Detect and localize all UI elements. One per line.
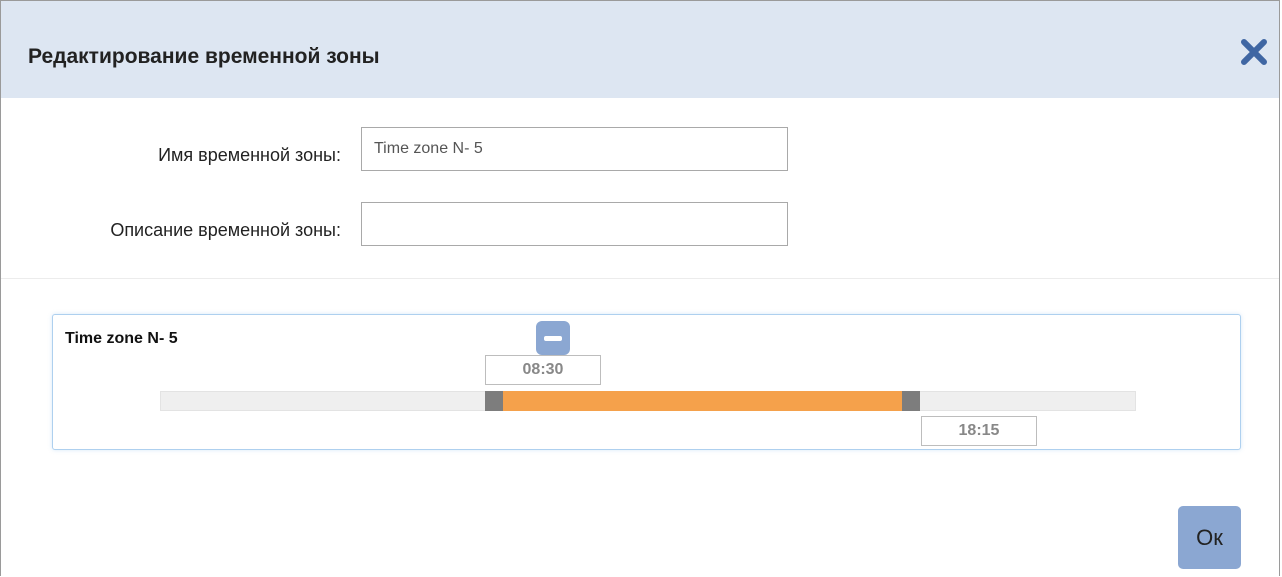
time-zone-title: Time zone N- 5: [65, 330, 178, 347]
start-time-box: 08:30: [485, 355, 601, 385]
remove-interval-button[interactable]: [536, 321, 570, 355]
dialog-title: Редактирование временной зоны: [28, 45, 380, 68]
start-time-handle[interactable]: [485, 391, 503, 411]
zone-name-label: Имя временной зоны:: [158, 145, 341, 165]
end-time-box: 18:15: [921, 416, 1037, 446]
ok-button[interactable]: Ок: [1178, 506, 1241, 569]
dialog-header: Редактирование временной зоны: [1, 1, 1279, 98]
time-zone-panel: Time zone N- 5 08:30 18:15: [52, 314, 1241, 450]
edit-time-zone-dialog: Редактирование временной зоны Имя времен…: [0, 0, 1280, 576]
section-divider: [1, 278, 1279, 279]
zone-name-input[interactable]: [361, 127, 788, 171]
end-time-handle[interactable]: [902, 391, 920, 411]
zone-description-label: Описание временной зоны:: [110, 220, 341, 240]
close-icon[interactable]: [1239, 37, 1269, 67]
minus-icon: [544, 336, 562, 341]
time-interval-range[interactable]: [503, 391, 902, 411]
zone-description-input[interactable]: [361, 202, 788, 246]
